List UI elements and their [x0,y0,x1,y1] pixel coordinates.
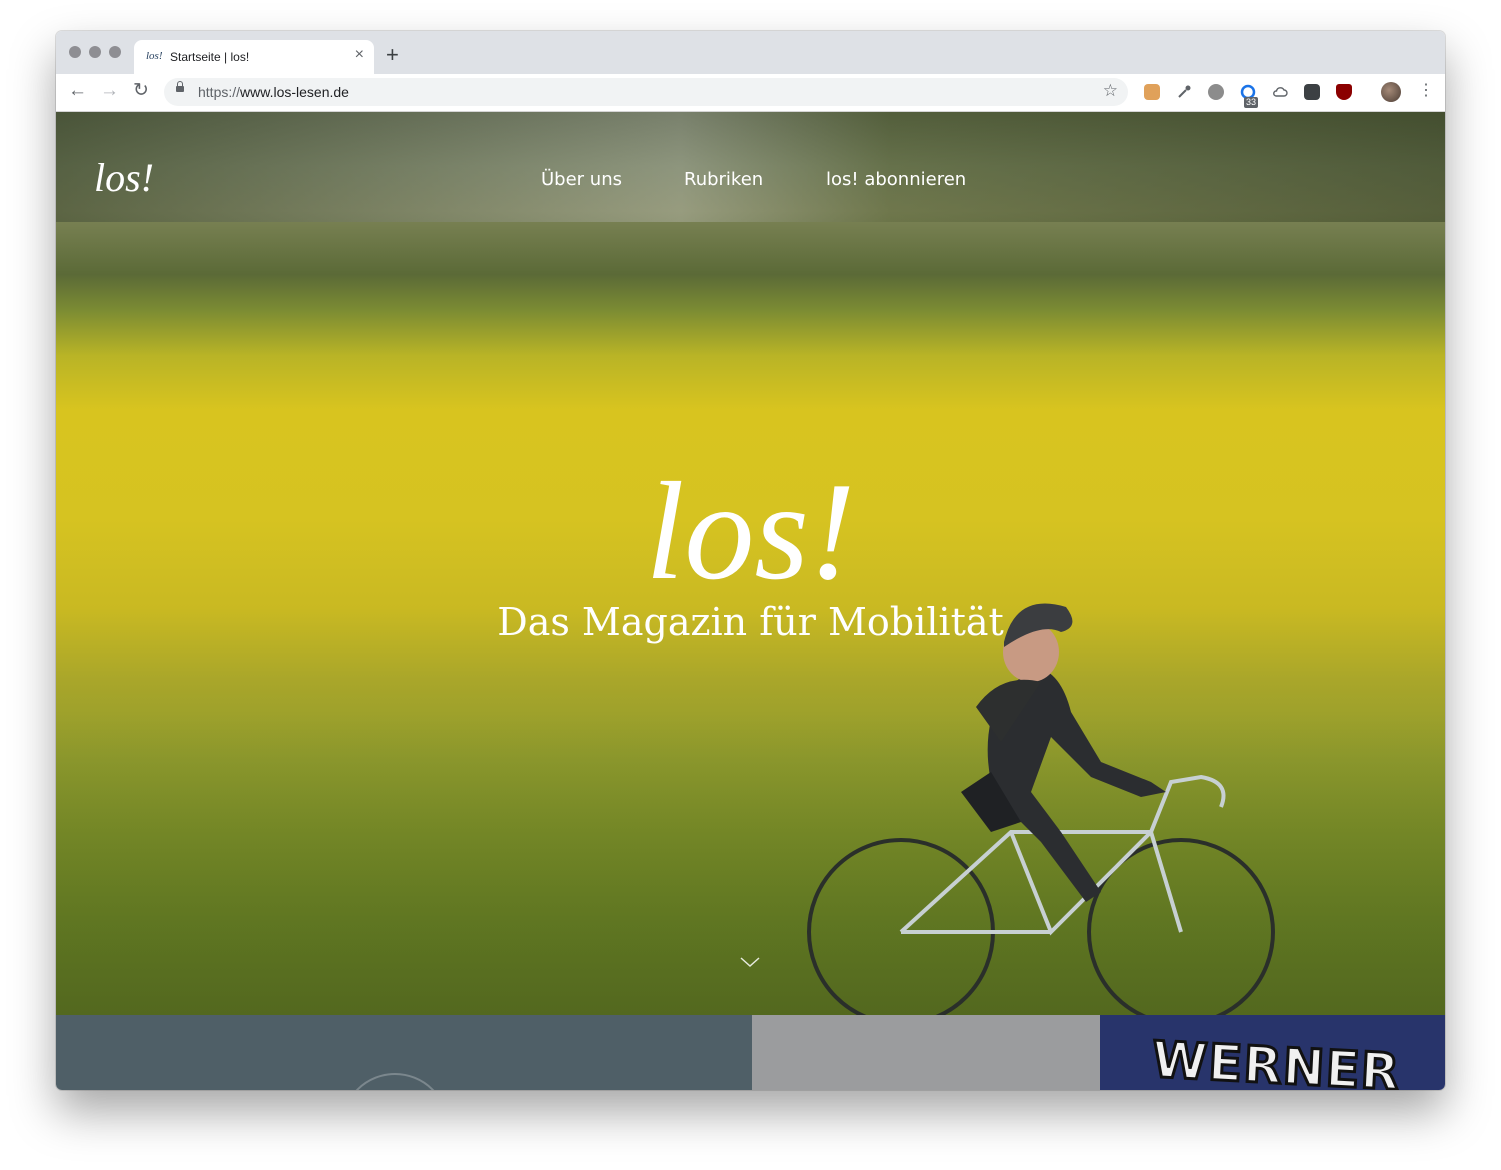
profile-avatar[interactable] [1381,82,1401,102]
browser-window: los! Startseite | los! × + ← → ↻ https:/… [56,31,1445,1090]
tab-title: Startseite | los! [170,50,250,64]
close-window-dot[interactable] [69,46,81,58]
browser-menu-icon[interactable]: ⋮ [1418,82,1434,100]
new-tab-icon[interactable]: + [386,44,399,66]
nav-rubriken[interactable]: Rubriken [684,169,763,190]
extension-gear-icon[interactable] [1208,84,1224,100]
browser-toolbar: ← → ↻ https://www.los-lesen.de ☆ 33 ⋮ [56,74,1445,112]
zoom-window-dot[interactable] [109,46,121,58]
site-logo[interactable]: los! [94,154,154,201]
hero-title: los! [645,454,856,609]
article-tile-2[interactable] [752,1015,1100,1090]
hero-subtitle: Das Magazin für Mobilität [497,600,1004,644]
web-page: los! Über uns Rubriken los! abonnieren l… [56,112,1445,1090]
werner-logo-text: WERNER [1149,1029,1403,1090]
nav-abonnieren[interactable]: los! abonnieren [826,169,966,190]
lock-icon [176,81,184,92]
article-tile-3[interactable]: WERNER [1100,1015,1445,1090]
cloud-icon[interactable] [1272,84,1288,100]
nav-ueber-uns[interactable]: Über uns [541,169,622,190]
tile-circle-graphic [341,1073,449,1090]
scroll-down-chevron-icon[interactable] [740,952,760,972]
extension-tampermonkey-icon[interactable] [1144,84,1160,100]
address-bar[interactable]: https://www.los-lesen.de ☆ [164,78,1128,106]
tab-favicon: los! [146,50,163,62]
back-icon[interactable]: ← [68,81,87,101]
tab-strip: los! Startseite | los! × + [56,31,1445,74]
extension-badge: 33 [1244,97,1259,108]
ublock-shield-icon[interactable] [1336,84,1352,100]
tab-close-icon[interactable]: × [355,47,364,63]
eyedropper-icon[interactable] [1176,84,1192,100]
forward-icon[interactable]: → [100,81,119,101]
hero-section: los! Über uns Rubriken los! abonnieren l… [56,112,1445,1015]
background-blur-top [56,112,1445,222]
url-host: www.los-lesen.de [240,84,349,100]
reload-icon[interactable]: ↻ [133,81,149,101]
extension-bulb-icon[interactable] [1304,84,1320,100]
tab-active[interactable]: los! Startseite | los! × [134,40,374,74]
bookmark-star-icon[interactable]: ☆ [1103,81,1118,101]
url-text[interactable]: https://www.los-lesen.de [198,84,349,100]
url-scheme: https:// [198,84,241,100]
minimize-window-dot[interactable] [89,46,101,58]
article-tile-1[interactable] [56,1015,752,1090]
